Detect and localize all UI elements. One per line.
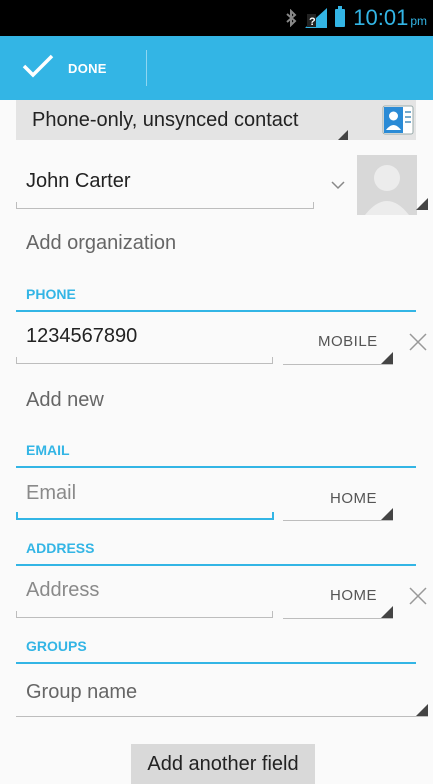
avatar-icon (357, 165, 417, 219)
spinner-triangle-icon (381, 508, 393, 520)
spinner-triangle-icon (416, 704, 428, 716)
remove-phone-icon[interactable] (407, 331, 429, 353)
avatar-dropdown-icon (416, 198, 428, 210)
email-type-underline (283, 520, 393, 521)
remove-address-icon[interactable] (407, 585, 429, 607)
groups-section-header: GROUPS (26, 638, 87, 654)
address-section-header: ADDRESS (26, 540, 95, 556)
underline-tick (272, 611, 273, 617)
email-field[interactable]: Email (26, 482, 76, 505)
account-selector[interactable]: Phone-only, unsynced contact (16, 100, 416, 140)
address-type-label: HOME (330, 587, 377, 604)
underline-tick (16, 512, 18, 518)
clock: 10:01 pm (353, 5, 427, 30)
email-section-divider (16, 466, 416, 468)
svg-text:?: ? (309, 16, 316, 28)
address-type-underline (283, 618, 393, 619)
underline-tick (313, 202, 314, 208)
email-type-label: HOME (330, 490, 377, 507)
avatar[interactable] (357, 155, 417, 215)
done-button[interactable]: DONE (0, 36, 146, 100)
add-another-field-button[interactable]: Add another field (131, 744, 315, 784)
name-underline (16, 208, 314, 209)
done-check-icon (22, 53, 54, 84)
no-sim-signal-icon: ? (305, 8, 328, 28)
underline-tick (16, 611, 17, 617)
battery-icon (335, 6, 346, 27)
phone-type-label: MOBILE (318, 333, 378, 350)
phone-underline (16, 363, 273, 364)
underline-tick (16, 202, 17, 208)
email-underline-focused (16, 518, 274, 520)
action-bar-divider (146, 50, 147, 86)
group-name-placeholder: Group name (26, 681, 138, 703)
spinner-triangle-icon (381, 606, 393, 618)
dropdown-triangle-icon (338, 130, 348, 140)
add-new-phone-button[interactable]: Add new (26, 389, 104, 412)
underline-tick (272, 357, 273, 363)
phone-section-divider (16, 310, 416, 312)
account-label: Phone-only, unsynced contact (32, 109, 299, 131)
phone-type-underline (283, 364, 393, 365)
add-organization-button[interactable]: Add organization (26, 232, 176, 255)
expand-chevron-icon[interactable] (330, 178, 346, 196)
group-underline (16, 716, 428, 717)
address-underline (16, 617, 273, 618)
underline-tick (272, 512, 274, 518)
contact-card-icon (381, 103, 415, 142)
bluetooth-icon (285, 9, 297, 27)
name-field[interactable]: John Carter (26, 170, 131, 193)
email-section-header: EMAIL (26, 442, 70, 458)
address-section-divider (16, 564, 416, 566)
phone-section-header: PHONE (26, 286, 76, 302)
status-bar: ? 10:01 pm (0, 0, 433, 36)
phone-number-field[interactable]: 1234567890 (26, 325, 137, 348)
underline-tick (16, 357, 17, 363)
done-label: DONE (68, 60, 107, 76)
spinner-triangle-icon (381, 352, 393, 364)
groups-section-divider (16, 662, 416, 664)
action-bar: DONE (0, 36, 433, 100)
address-field[interactable]: Address (26, 579, 99, 602)
